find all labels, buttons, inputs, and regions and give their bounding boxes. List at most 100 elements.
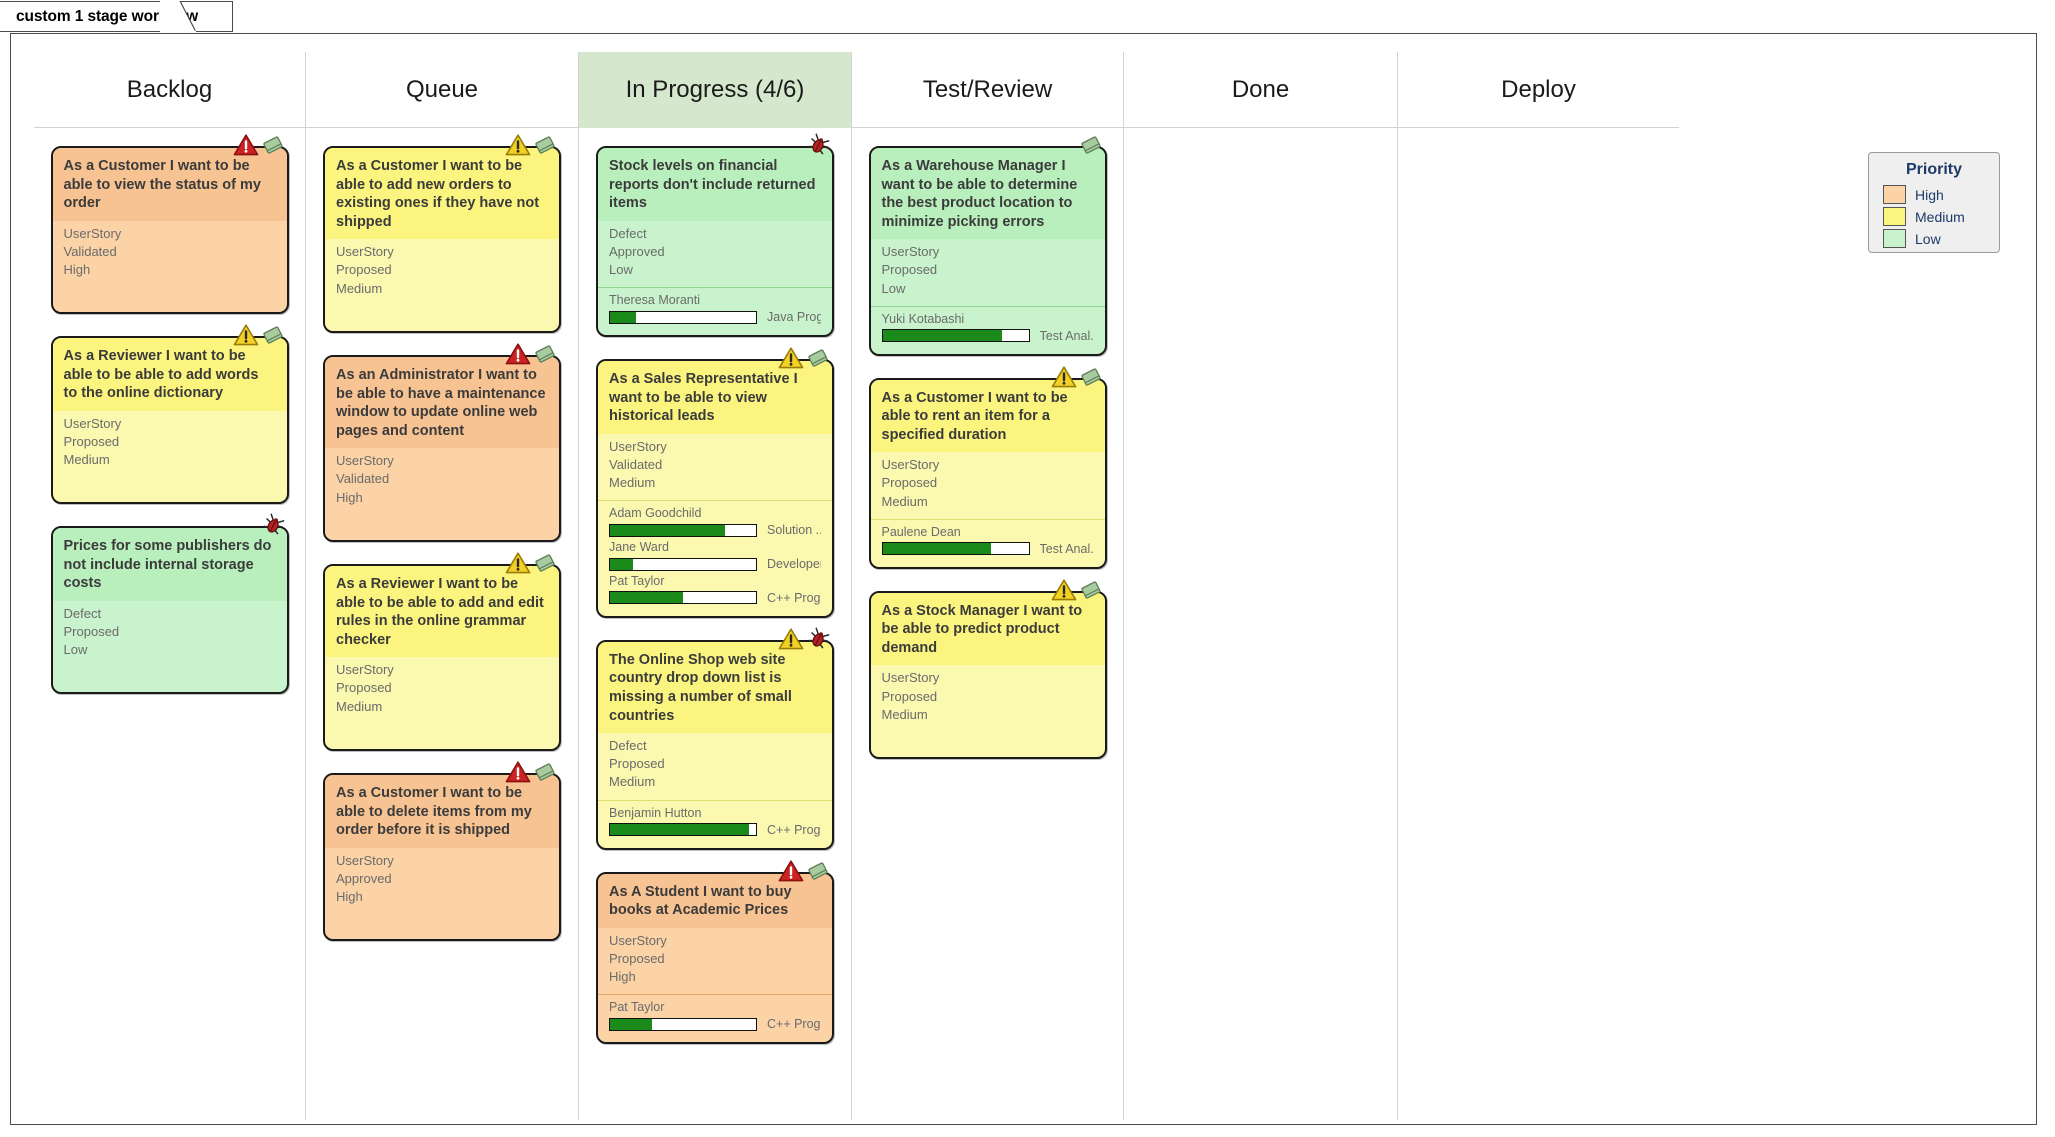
card-state: Approved [336,870,392,886]
card-type: UserStory [336,852,394,868]
kanban-card[interactable]: As a Reviewer I want to be able to be ab… [50,336,289,504]
card-state: Proposed [609,950,665,966]
assignee-name: Pat Taylor [609,574,665,589]
column-card-list [1398,128,1679,146]
card-wrapper: Stock levels on financial reports don't … [596,133,834,338]
assignee-row: Test Anal... [881,329,1094,343]
assignee-progress-fill [610,1018,653,1030]
card-type: Defect [63,605,102,621]
card-title: As an Administrator I want to be able to… [325,357,559,449]
legend-label: Medium [1915,208,1965,225]
card-type: UserStory [881,244,940,260]
assignee-name: Pat Taylor [609,1000,665,1015]
kanban-card[interactable]: As a Stock Manager I want to be able to … [868,590,1107,759]
assignee: Adam Goodchild Solution ... [609,505,821,537]
card-wrapper: As a Reviewer I want to be able to be ab… [323,552,561,751]
card-type: UserStory [336,453,394,469]
card-state: Validated [336,471,390,487]
assignee: Paulene Dean Test Anal... [881,524,1094,556]
assignee-name: Theresa Moranti [609,293,701,308]
assignee-row: Developer [609,557,821,571]
kanban-board: custom 1 stage workflow Backlog As a Cust… [0,0,2055,1137]
card-priority: Medium [336,698,383,714]
card-priority: Low [609,262,633,278]
assignee-role: C++ Progr... [767,1017,821,1032]
card-wrapper: As a Reviewer I want to be able to be ab… [50,324,289,504]
card-priority: Medium [63,452,110,468]
assignee-role: C++ Progr... [767,590,821,605]
tab-slant-decoration [160,1,196,32]
kanban-card[interactable]: As a Reviewer I want to be able to be ab… [323,564,561,751]
column-header[interactable]: Deploy [1398,52,1679,128]
kanban-card[interactable]: As a Customer I want to be able to delet… [323,773,561,941]
board-column: Deploy [1398,52,1679,1120]
card-state: Proposed [881,475,938,491]
board-column: Test/Review As a Warehouse Manager I want… [852,52,1124,1120]
assignee-row: Solution ... [609,523,821,537]
card-type: UserStory [63,225,122,241]
kanban-card[interactable]: The Online Shop web site country drop do… [596,639,834,850]
assignee-progress-bar [609,591,757,605]
card-title: As a Customer I want to be able to delet… [325,775,559,848]
column-title: Backlog [126,75,213,103]
card-wrapper: As an Administrator I want to be able to… [323,343,561,542]
column-header[interactable]: Test/Review [852,52,1123,128]
column-title: In Progress (4/6) [625,75,805,103]
card-wrapper: As a Customer I want to be able to rent … [868,366,1107,569]
column-header[interactable]: Backlog [34,52,305,128]
assignee-name: Jane Ward [609,540,669,555]
card-type: UserStory [609,438,667,454]
card-priority: Medium [609,475,656,491]
card-meta: Defect Proposed Medium [598,733,832,800]
tab-custom-1-stage-workflow[interactable]: custom 1 stage workflow [0,1,234,32]
assignee: Benjamin Hutton C++ Progr... [609,805,821,837]
card-type: UserStory [881,670,940,686]
kanban-card[interactable]: Stock levels on financial reports don't … [596,146,834,338]
assignee-row: C++ Progr... [609,591,821,605]
card-title: As a Sales Representative I want to be a… [598,361,832,434]
card-meta: UserStory Proposed Medium [325,239,559,306]
card-priority: Low [881,280,906,296]
assignee-name: Paulene Dean [881,524,961,539]
card-title: As a Customer I want to be able to view … [52,148,287,221]
board-columns: Backlog As a Customer I want to be able t… [34,52,1679,1120]
assignee-name: Adam Goodchild [609,506,702,521]
kanban-card[interactable]: As a Customer I want to be able to view … [50,146,289,314]
card-wrapper: The Online Shop web site country drop do… [596,627,834,850]
card-type: UserStory [609,932,667,948]
kanban-card[interactable]: As A Student I want to buy books at Acad… [596,871,834,1045]
assignee-progress-bar [609,523,757,537]
assignee-progress-fill [610,592,683,604]
card-meta: UserStory Validated High [53,221,287,288]
legend-label: Low [1915,230,1941,247]
kanban-card[interactable]: As a Customer I want to be able to rent … [868,377,1107,569]
column-header[interactable]: Queue [306,52,578,128]
assignee-row: C++ Progr... [609,823,821,837]
assignee-progress-fill [882,543,991,555]
assignee-progress-bar [609,310,757,324]
card-wrapper: As a Customer I want to be able to delet… [323,761,561,941]
assignee-progress-bar [609,1017,757,1031]
card-priority: Medium [336,280,383,296]
card-assignees: Pat Taylor C++ Progr... [598,994,832,1042]
card-wrapper: Prices for some publishers do not includ… [50,513,289,694]
card-wrapper: As a Customer I want to be able to add n… [323,134,561,333]
card-assignees: Paulene Dean Test Anal... [870,518,1105,567]
card-meta: UserStory Proposed High [598,928,832,995]
assignee-progress-bar [881,542,1030,556]
column-header[interactable]: Done [1124,52,1397,128]
card-state: Proposed [881,262,938,278]
assignee-row: Test Anal... [881,542,1094,556]
card-wrapper: As a Warehouse Manager I want to be able… [868,136,1107,356]
assignee: Pat Taylor C++ Progr... [609,573,821,605]
card-assignees: Theresa Moranti Java Prog... [598,287,832,335]
card-title: Stock levels on financial reports don't … [598,148,832,221]
kanban-card[interactable]: As a Warehouse Manager I want to be able… [868,146,1107,356]
card-state: Proposed [63,623,120,639]
kanban-card[interactable]: As a Customer I want to be able to add n… [323,146,561,333]
card-wrapper: As a Customer I want to be able to view … [50,134,289,314]
kanban-card[interactable]: As an Administrator I want to be able to… [323,355,561,542]
kanban-card[interactable]: Prices for some publishers do not includ… [50,526,289,694]
kanban-card[interactable]: As a Sales Representative I want to be a… [596,359,834,618]
column-header[interactable]: In Progress (4/6) [579,52,851,128]
